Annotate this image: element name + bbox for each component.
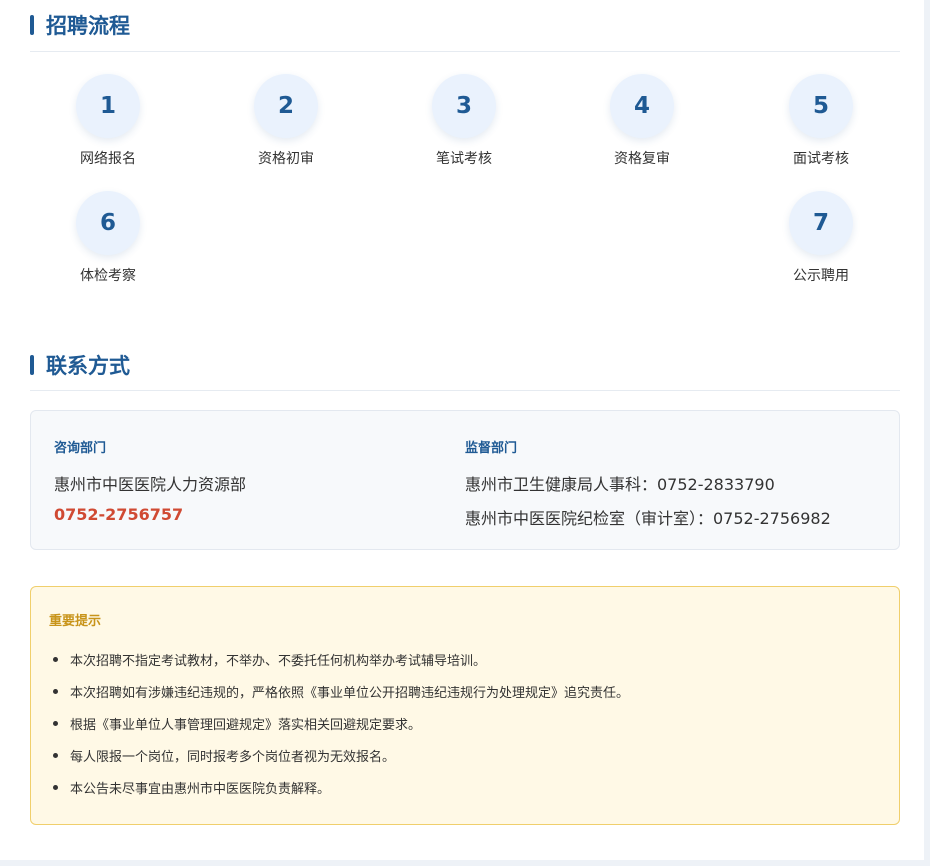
step-label: 公示聘用 <box>793 268 849 284</box>
notice-title: 重要提示 <box>49 614 102 629</box>
process-section-title: 招聘流程 <box>30 10 130 40</box>
process-step-7: 7 公示聘用 <box>751 191 891 285</box>
contact-box: 咨询部门 惠州市中医医院人力资源部 0752-2756757 监督部门 惠州市卫… <box>30 410 900 550</box>
contact-title-text: 联系方式 <box>46 354 130 378</box>
consult-column: 咨询部门 惠州市中医医院人力资源部 0752-2756757 <box>54 437 246 524</box>
notice-item-text: 本次招聘如有涉嫌违纪违规的，严格依照《事业单位公开招聘违纪违规行为处理规定》追究… <box>70 685 630 701</box>
process-title-text: 招聘流程 <box>46 14 130 38</box>
process-step-5: 5 面试考核 <box>751 74 891 168</box>
notice-item: 本次招聘不指定考试教材，不举办、不委托任何机构举办考试辅导培训。 <box>49 643 629 675</box>
notice-item: 本次招聘如有涉嫌违纪违规的，严格依照《事业单位公开招聘违纪违规行为处理规定》追究… <box>49 675 629 707</box>
bullet-icon <box>53 720 58 726</box>
process-step-3: 3 笔试考核 <box>394 74 534 168</box>
process-step-6: 6 体检考察 <box>38 191 178 285</box>
supervise-heading: 监督部门 <box>465 441 518 456</box>
process-divider <box>30 51 900 52</box>
step-label: 面试考核 <box>793 151 849 167</box>
notice-item: 每人限报一个岗位，同时报考多个岗位者视为无效报名。 <box>49 739 629 771</box>
step-label: 网络报名 <box>80 151 136 167</box>
supervise-line-health-bureau: 惠州市卫生健康局人事科：0752-2833790 <box>465 475 775 494</box>
notice-item-text: 根据《事业单位人事管理回避规定》落实相关回避规定要求。 <box>70 717 422 733</box>
step-label: 资格初审 <box>258 151 314 167</box>
process-step-4: 4 资格复审 <box>572 74 712 168</box>
notice-box: 重要提示 本次招聘不指定考试教材，不举办、不委托任何机构举办考试辅导培训。 本次… <box>30 586 900 825</box>
process-step-1: 1 网络报名 <box>38 74 178 168</box>
contact-section-title: 联系方式 <box>30 350 130 380</box>
step-number-badge: 5 <box>789 74 853 138</box>
step-label: 资格复审 <box>614 151 670 167</box>
notice-item-text: 本公告未尽事宜由惠州市中医医院负责解释。 <box>70 781 331 797</box>
notice-item-text: 本次招聘不指定考试教材，不举办、不委托任何机构举办考试辅导培训。 <box>70 653 487 669</box>
bullet-icon <box>53 688 58 694</box>
bullet-icon <box>53 656 58 662</box>
title-accent-bar <box>30 355 34 375</box>
content-card: 招聘流程 1 网络报名 2 资格初审 3 笔试考核 4 资格复审 5 面试考核 … <box>0 0 924 860</box>
step-number-badge: 2 <box>254 74 318 138</box>
supervise-column: 监督部门 惠州市卫生健康局人事科：0752-2833790 惠州市中医医院纪检室… <box>465 437 831 529</box>
step-number-badge: 3 <box>432 74 496 138</box>
step-number-badge: 4 <box>610 74 674 138</box>
consult-phone[interactable]: 0752-2756757 <box>54 505 246 524</box>
bullet-icon <box>53 784 58 790</box>
consult-department: 惠州市中医医院人力资源部 <box>54 475 247 494</box>
process-step-2: 2 资格初审 <box>216 74 356 168</box>
consult-heading: 咨询部门 <box>54 441 107 456</box>
step-number-badge: 6 <box>76 191 140 255</box>
step-label: 笔试考核 <box>436 151 492 167</box>
notice-item: 根据《事业单位人事管理回避规定》落实相关回避规定要求。 <box>49 707 629 739</box>
notice-item: 本公告未尽事宜由惠州市中医医院负责解释。 <box>49 771 629 803</box>
step-number-badge: 1 <box>76 74 140 138</box>
supervise-line-hospital-audit: 惠州市中医医院纪检室（审计室）：0752-2756982 <box>465 509 831 528</box>
notice-list: 本次招聘不指定考试教材，不举办、不委托任何机构举办考试辅导培训。 本次招聘如有涉… <box>49 643 629 803</box>
step-label: 体检考察 <box>80 268 136 284</box>
title-accent-bar <box>30 15 34 35</box>
contact-divider <box>30 390 900 391</box>
notice-item-text: 每人限报一个岗位，同时报考多个岗位者视为无效报名。 <box>70 749 396 765</box>
step-number-badge: 7 <box>789 191 853 255</box>
bullet-icon <box>53 752 58 758</box>
